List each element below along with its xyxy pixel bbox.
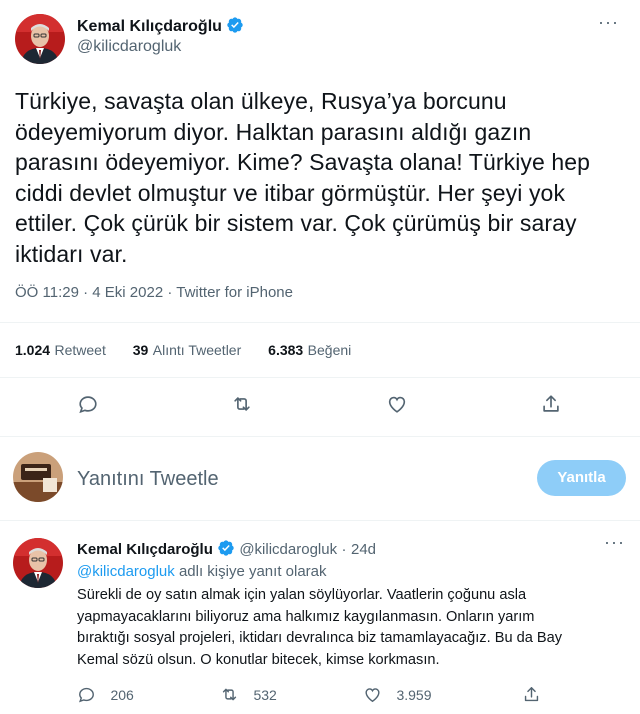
like-icon[interactable] [386,393,408,420]
reply-icon[interactable] [77,393,99,420]
tweet-meta: ÖÖ 11:29 · 4 Eki 2022 · Twitter for iPho… [15,284,293,301]
reply-to-line: @kilicdarogluk adlı kişiye yanıt olarak [77,563,327,580]
verified-badge-icon [226,16,244,34]
divider [0,377,640,378]
tweet-text-line: ödeyemiyorum diyor. Halktan parasını ald… [15,118,532,145]
tweet-text-line: ciddi devlet olmuştur ve itibar görmüştü… [15,179,566,206]
quote-label: Alıntı Tweetler [152,342,242,358]
tweet-text: Türkiye, savaşta olan ülkeye, Rusya’ya b… [15,86,630,269]
reply-author-avatar[interactable] [13,538,63,588]
verified-badge-icon [217,539,235,557]
reply-action-like[interactable]: 3.959 [363,685,432,705]
retweet-stat[interactable]: 1.024 Retweet [15,342,106,359]
quote-count: 39 [132,342,149,358]
meta-separator: · [341,541,347,558]
reply-text-line: Kemal sözü olsun. O konutlar bitecek, ki… [77,651,440,668]
tweet-date[interactable]: 4 Eki 2022 [92,284,163,301]
like-icon [365,688,380,703]
more-options-icon[interactable]: ··· [598,12,619,33]
more-options-icon[interactable]: ··· [604,532,625,553]
tweet-text-line: parasını ödeyemiyor. Kime? Savaşta olana… [15,149,591,175]
reply-action-reply[interactable]: 206 [77,685,134,705]
user-avatar[interactable] [13,452,63,502]
reply-author-handle[interactable]: @kilicdarogluk [239,541,337,558]
author-handle[interactable]: @kilicdarogluk [77,38,181,56]
reply-button[interactable]: Yanıtla [537,460,626,496]
reply-action-retweet[interactable]: 532 [220,685,277,705]
share-icon[interactable] [540,393,562,420]
retweet-count: 532 [253,687,277,703]
retweet-icon[interactable] [231,393,253,420]
like-stat[interactable]: 6.383 Beğeni [268,342,351,359]
divider [0,436,640,437]
author-name[interactable]: Kemal Kılıçdaroğlu [77,18,222,35]
reply-to-suffix: adlı kişiye yanıt olarak [178,563,327,580]
reply-count: 206 [110,687,134,703]
divider [0,520,640,521]
meta-separator: · [83,284,93,301]
reply-text: Sürekli de oy satın almak için yalan söy… [77,585,632,671]
quote-stat[interactable]: 39 Alıntı Tweetler [133,342,241,359]
like-count: 3.959 [396,687,432,703]
meta-separator: · [167,284,177,301]
tweet-stats: 1.024 Retweet 39 Alıntı Tweetler 6.383 B… [15,342,351,360]
divider [0,322,640,323]
tweet-text-line: ettiler. Çok çürük bir sistem var. Çok ç… [15,210,577,236]
share-icon[interactable] [522,685,541,709]
tweet-text-line: iktidarı var. [15,240,128,267]
reply-header: Kemal Kılıçdaroğlu @kilicdarogluk · 24d [77,539,376,559]
reply-text-line: bıraktığı sosyal projeleri, iktidarı dev… [77,630,563,646]
retweet-label: Retweet [54,342,106,358]
reply-age[interactable]: 24d [351,541,376,558]
reply-icon [79,687,94,703]
author-avatar[interactable] [15,14,65,64]
reply-to-handle[interactable]: @kilicdarogluk [77,563,175,580]
tweet-text-line: Türkiye, savaşta olan ülkeye, Rusya’ya b… [15,88,507,114]
retweet-count: 1.024 [15,342,51,358]
like-count: 6.383 [268,342,304,358]
tweet-time[interactable]: ÖÖ 11:29 [15,284,79,301]
reply-text-line: Sürekli de oy satın almak için yalan söy… [77,587,527,603]
tweet-source[interactable]: Twitter for iPhone [176,284,293,301]
reply-input[interactable]: Yanıtını Tweetle [77,468,219,491]
reply-text-line: yapmayacaklarını biliyoruz ama halkımız … [77,608,535,625]
like-label: Beğeni [307,342,352,358]
retweet-icon [222,688,237,701]
reply-author-name[interactable]: Kemal Kılıçdaroğlu [77,541,213,558]
author-name-row[interactable]: Kemal Kılıçdaroğlu [77,16,244,36]
